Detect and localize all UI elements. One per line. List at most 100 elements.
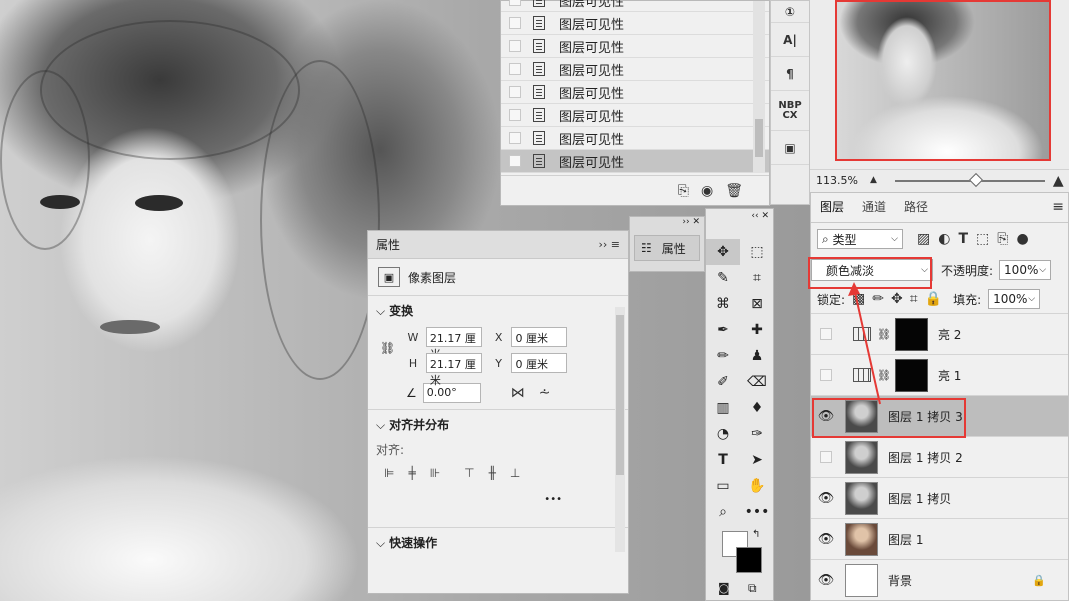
history-scrollbar[interactable] — [753, 1, 765, 173]
collapse-icon[interactable]: ›› ≡ — [598, 239, 620, 250]
layer-name[interactable]: 图层 1 拷贝 — [888, 490, 951, 507]
link-icon[interactable]: ⛓ — [380, 341, 395, 355]
history-checkbox[interactable] — [509, 109, 521, 121]
scroll-thumb[interactable] — [616, 315, 624, 475]
zoom-slider-knob[interactable] — [968, 172, 983, 187]
history-item[interactable]: 图层可见性 — [501, 12, 769, 35]
glyphs-icon[interactable]: NBP CX — [771, 91, 809, 131]
layer-row[interactable]: 图层 1 拷贝 2 — [811, 436, 1068, 477]
blend-mode-select[interactable]: 颜色减淡 ⌵ — [811, 259, 933, 281]
eraser-icon[interactable]: ⌫ — [740, 369, 774, 395]
marquee-icon[interactable]: ⬚ — [740, 239, 774, 265]
healing-icon[interactable]: ✚ — [740, 317, 774, 343]
align-hcenter-icon[interactable]: ╪ — [408, 466, 415, 480]
history-checkbox[interactable] — [509, 132, 521, 144]
opacity-field[interactable]: 100% ⌵ — [999, 260, 1052, 280]
visibility-toggle[interactable] — [811, 369, 841, 381]
align-left-icon[interactable]: ⊫ — [384, 466, 394, 480]
history-checkbox[interactable] — [509, 40, 521, 52]
width-field[interactable]: 21.17 厘米 — [425, 327, 482, 361]
eye-icon[interactable]: 👁 — [811, 573, 841, 588]
lasso-icon[interactable]: ✎ — [706, 265, 740, 291]
zoom-in-icon[interactable]: ▲ — [1053, 174, 1064, 188]
x-field[interactable]: 0 厘米 — [511, 327, 568, 347]
layer-name[interactable]: 背景 — [888, 572, 912, 589]
filter-smart-object-icon[interactable]: ⎘ — [997, 232, 1008, 246]
filter-toggle-icon[interactable]: ● — [1016, 232, 1028, 246]
properties-scrollbar[interactable] — [615, 307, 625, 552]
stamp-icon[interactable]: ♟ — [740, 343, 774, 369]
layer-name[interactable]: 图层 1 — [888, 531, 923, 548]
align-top-icon[interactable]: ⊤ — [464, 466, 474, 480]
hand-icon[interactable]: ✋ — [740, 473, 774, 499]
history-checkbox[interactable] — [509, 63, 521, 75]
tab-properties[interactable]: 属性 — [376, 236, 400, 253]
history-item[interactable]: 图层可见性 — [501, 0, 769, 12]
character-icon[interactable]: A| — [771, 23, 809, 57]
screen-mode-icon[interactable]: ⧉ — [748, 581, 757, 596]
layer-row[interactable]: 👁 背景 🔒 — [811, 559, 1068, 600]
tab-channels[interactable]: 通道 — [853, 198, 895, 222]
lock-position-icon[interactable]: ✥ — [891, 292, 903, 306]
trash-icon[interactable]: 🗑 — [725, 184, 743, 198]
type-icon[interactable]: T — [706, 447, 740, 473]
y-field[interactable]: 0 厘米 — [511, 353, 568, 373]
history-item[interactable]: 图层可见性 — [501, 58, 769, 81]
panel-menu-icon[interactable]: ≡ — [1052, 200, 1064, 214]
history-item[interactable]: 图层可见性 — [501, 81, 769, 104]
more-tools-icon[interactable]: ••• — [740, 499, 774, 525]
zoom-out-icon[interactable]: ▲ — [870, 176, 877, 185]
visibility-toggle[interactable] — [811, 451, 841, 463]
more-options[interactable]: ••• — [376, 494, 620, 505]
path-select-icon[interactable]: ➤ — [740, 447, 774, 473]
align-right-icon[interactable]: ⊪ — [430, 466, 440, 480]
filter-kind-select[interactable]: ⌕ 类型 ⌵ — [817, 229, 903, 249]
visibility-toggle[interactable] — [811, 328, 841, 340]
paragraph-icon[interactable]: ¶ — [771, 57, 809, 91]
layer-thumbnail[interactable] — [845, 563, 878, 597]
align-bottom-icon[interactable]: ⊥ — [510, 466, 520, 480]
eyedropper-icon[interactable]: ✒ — [706, 317, 740, 343]
gradient-icon[interactable]: ▥ — [706, 395, 740, 421]
flip-horizontal-icon[interactable]: ⋈ — [511, 386, 525, 400]
rectangle-icon[interactable]: ▭ — [706, 473, 740, 499]
blur-icon[interactable]: ♦ — [740, 395, 774, 421]
layer-name[interactable]: 亮 1 — [938, 367, 961, 384]
crop-icon[interactable]: ⌘ — [706, 291, 740, 317]
quick-select-icon[interactable]: ⌗ — [740, 265, 774, 291]
history-checkbox[interactable] — [509, 155, 521, 167]
history-item[interactable]: 图层可见性 — [501, 35, 769, 58]
lock-artboard-icon[interactable]: ⌗ — [910, 292, 918, 306]
fill-field[interactable]: 100% ⌵ — [988, 289, 1041, 309]
layer-thumbnail[interactable] — [845, 481, 878, 515]
flip-vertical-icon[interactable]: ⩪ — [539, 386, 551, 400]
new-document-from-state-icon[interactable]: ⎘ — [678, 184, 689, 198]
history-item[interactable]: 图层可见性 — [501, 127, 769, 150]
libraries-icon[interactable]: ▣ — [771, 131, 809, 165]
background-color-swatch[interactable] — [736, 547, 762, 573]
history-item[interactable]: 图层可见性 — [501, 104, 769, 127]
align-vcenter-icon[interactable]: ╫ — [489, 466, 496, 480]
brush-icon[interactable]: ✏ — [706, 343, 740, 369]
scroll-thumb[interactable] — [755, 119, 763, 157]
history-brush-icon[interactable]: ✐ — [706, 369, 740, 395]
swap-colors-icon[interactable]: ↰ — [752, 529, 760, 540]
properties-button[interactable]: ☷ 属性 — [634, 235, 700, 261]
pen-icon[interactable]: ✑ — [740, 421, 774, 447]
dodge-icon[interactable]: ◔ — [706, 421, 740, 447]
eye-icon[interactable]: 👁 — [811, 532, 841, 547]
eye-icon[interactable]: 👁 — [811, 491, 841, 506]
history-checkbox[interactable] — [509, 0, 521, 6]
history-checkbox[interactable] — [509, 86, 521, 98]
layer-name[interactable]: 图层 1 拷贝 3 — [888, 408, 963, 425]
layer-name[interactable]: 图层 1 拷贝 2 — [888, 449, 963, 466]
tab-layers[interactable]: 图层 — [811, 198, 854, 222]
zoom-slider[interactable] — [894, 172, 1045, 187]
zoom-value[interactable]: 113.5% — [816, 174, 862, 187]
chevron-down-icon[interactable]: ⌵ — [376, 304, 385, 318]
filter-adjustment-icon[interactable]: ◐ — [938, 232, 950, 246]
frame-icon[interactable]: ⊠ — [740, 291, 774, 317]
move-icon[interactable]: ✥ — [706, 239, 740, 265]
filter-pixel-icon[interactable]: ▨ — [917, 232, 930, 246]
tab-paths[interactable]: 路径 — [895, 198, 937, 222]
